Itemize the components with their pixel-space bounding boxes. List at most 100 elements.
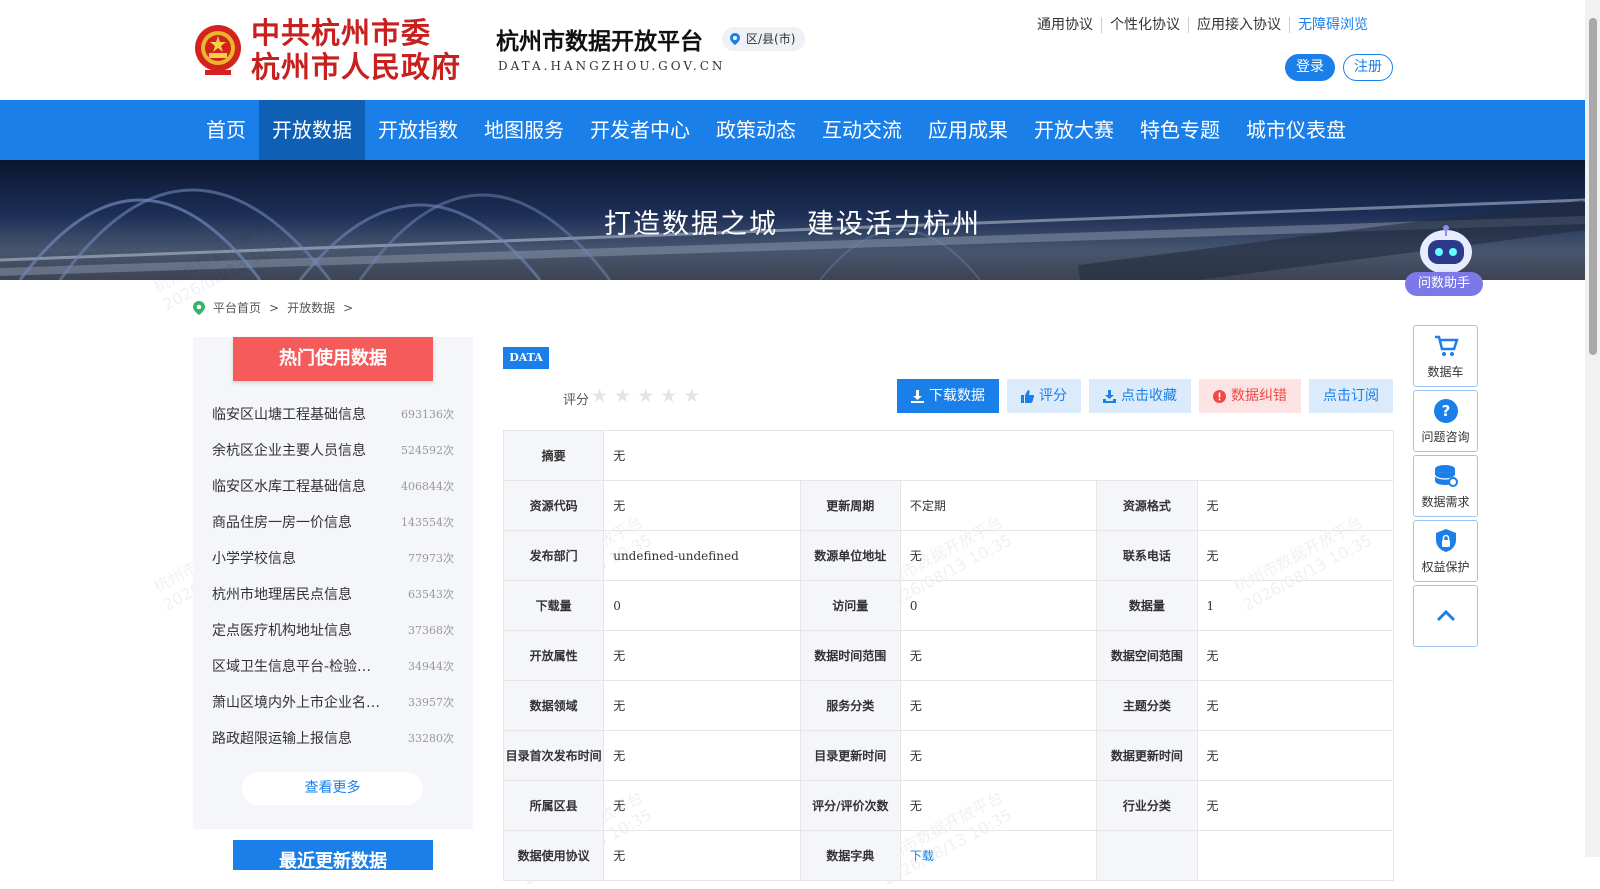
field-label: 数据更新时间 (1096, 730, 1198, 781)
data-request-button[interactable]: 数据需求 (1413, 455, 1478, 517)
nav-open-data[interactable]: 开放数据 (259, 100, 365, 160)
download-button[interactable]: 下载数据 (897, 379, 999, 413)
list-item[interactable]: 商品住房一房一价信息 143554次 (212, 504, 454, 540)
nav-policy[interactable]: 政策动态 (703, 100, 809, 160)
main-nav: 首页 开放数据 开放指数 地图服务 开发者中心 政策动态 互动交流 应用成果 开… (0, 100, 1585, 160)
field-value: 0 (899, 580, 1098, 631)
table-row: 资源代码无 更新周期 不定期 资源格式无 (502, 480, 1395, 531)
table-row: 发布部门 undefined-undefined 数源单位地址无 联系电话无 (502, 530, 1395, 581)
link-general-agreement[interactable]: 通用协议 (1029, 17, 1101, 33)
field-label: 目录首次发布时间 (502, 730, 605, 781)
action-bar: 下载数据 评分 点击收藏 数据纠错 点击订阅 (897, 379, 1393, 413)
nav-applications[interactable]: 应用成果 (915, 100, 1021, 160)
rate-button[interactable]: 评分 (1007, 379, 1081, 413)
scrollbar-thumb[interactable] (1589, 18, 1597, 355)
nav-home[interactable]: 首页 (193, 100, 259, 160)
svg-text:?: ? (1441, 402, 1450, 420)
hot-data-list: 临安区山塘工程基础信息 693136次 余杭区企业主要人员信息 524592次 临安… (212, 396, 454, 756)
list-item[interactable]: 临安区水库工程基础信息 406844次 (212, 468, 454, 504)
field-label: 摘要 (502, 430, 605, 481)
table-row: 数据使用协议无 数据字典 下载 (502, 830, 1395, 881)
crumb-sep: > (343, 300, 354, 315)
field-value: 无 (603, 480, 801, 531)
data-cart-button[interactable]: 数据车 (1413, 325, 1478, 387)
cart-icon (1434, 335, 1459, 356)
favorite-icon (1103, 389, 1116, 403)
thumbs-up-icon (1021, 389, 1034, 403)
field-value: 无 (603, 780, 801, 831)
favorite-button[interactable]: 点击收藏 (1089, 379, 1191, 413)
nav-open-index[interactable]: 开放指数 (365, 100, 471, 160)
link-app-agreement[interactable]: 应用接入协议 (1188, 17, 1289, 33)
subscribe-button[interactable]: 点击订阅 (1309, 379, 1393, 413)
metadata-table: 摘要 无 资源代码无 更新周期 不定期 资源格式无 发布部门 undefined-u… (502, 430, 1395, 881)
nav-interaction[interactable]: 互动交流 (809, 100, 915, 160)
view-more-button[interactable]: 查看更多 (242, 772, 423, 805)
field-label: 更新周期 (799, 480, 901, 531)
nav-dashboard[interactable]: 城市仪表盘 (1233, 100, 1359, 160)
recent-data-title: 最近更新数据 (233, 840, 433, 870)
star-icon[interactable]: ★ (683, 386, 700, 406)
list-item[interactable]: 路政超限运输上报信息 33280次 (212, 720, 454, 756)
star-icon[interactable]: ★ (637, 386, 654, 406)
field-label: 评分/评价次数 (799, 780, 901, 831)
field-label: 数据使用协议 (502, 830, 605, 881)
field-label: 所属区县 (502, 780, 605, 831)
field-value: 无 (1196, 530, 1395, 581)
table-row: 开放属性无 数据时间范围无 数据空间范围无 (502, 630, 1395, 681)
field-value (1196, 830, 1395, 881)
field-label: 联系电话 (1096, 530, 1198, 581)
login-button[interactable]: 登录 (1285, 54, 1335, 81)
list-item[interactable]: 萧山区境内外上市企业名… 33957次 (212, 684, 454, 720)
region-selector[interactable]: 区/县(市) (722, 27, 806, 51)
star-icon[interactable]: ★ (660, 386, 677, 406)
field-label: 数据空间范围 (1096, 630, 1198, 681)
list-item[interactable]: 余杭区企业主要人员信息 524592次 (212, 432, 454, 468)
register-button[interactable]: 注册 (1343, 54, 1393, 81)
field-label: 行业分类 (1096, 780, 1198, 831)
table-row: 下载量 0 访问量 0 数据量 1 (502, 580, 1395, 631)
nav-topics[interactable]: 特色专题 (1127, 100, 1233, 160)
list-item[interactable]: 临安区山塘工程基础信息 693136次 (212, 396, 454, 432)
field-value: 无 (899, 680, 1098, 731)
field-label: 访问量 (799, 580, 901, 631)
link-personal-agreement[interactable]: 个性化协议 (1101, 17, 1188, 33)
site-title: 杭州市数据开放平台 (496, 29, 703, 55)
nav-contest[interactable]: 开放大赛 (1021, 100, 1127, 160)
field-value: 无 (603, 430, 1394, 481)
top-links: 通用协议 个性化协议 应用接入协议 无障碍浏览 (1029, 17, 1376, 33)
field-value: 0 (603, 580, 801, 631)
nav-map-service[interactable]: 地图服务 (471, 100, 577, 160)
rights-protection-button[interactable]: 权益保护 (1413, 520, 1478, 582)
gov-name: 中共杭州市委 杭州市人民政府 (251, 16, 462, 84)
field-value: 无 (603, 830, 801, 881)
field-value: undefined-undefined (603, 530, 801, 581)
field-value: 无 (603, 680, 801, 731)
field-value: 无 (899, 530, 1098, 581)
field-label: 数据量 (1096, 580, 1198, 631)
field-value: 无 (899, 730, 1098, 781)
database-icon (1433, 464, 1458, 487)
list-item[interactable]: 定点医疗机构地址信息 37368次 (212, 612, 454, 648)
table-row: 目录首次发布时间无 目录更新时间无 数据更新时间无 (502, 730, 1395, 781)
consult-button[interactable]: ? 问题咨询 (1413, 390, 1478, 452)
dictionary-download-link[interactable]: 下载 (899, 830, 1098, 881)
link-accessibility[interactable]: 无障碍浏览 (1289, 17, 1376, 33)
back-to-top-button[interactable] (1413, 585, 1478, 647)
table-row: 所属区县无 评分/评价次数无 行业分类无 (502, 780, 1395, 831)
question-icon: ? (1433, 398, 1458, 423)
star-icon[interactable]: ★ (591, 386, 608, 406)
list-item[interactable]: 小学学校信息 77973次 (212, 540, 454, 576)
report-error-button[interactable]: 数据纠错 (1199, 379, 1301, 413)
assistant-label[interactable]: 问数助手 (1405, 272, 1483, 296)
list-item[interactable]: 区域卫生信息平台-检验… 34944次 (212, 648, 454, 684)
list-item[interactable]: 杭州市地理居民点信息 63543次 (212, 576, 454, 612)
crumb-home[interactable]: 平台首页 (213, 299, 261, 316)
field-value: 无 (899, 630, 1098, 681)
star-icon[interactable]: ★ (614, 386, 631, 406)
site-domain: DATA.HANGZHOU.GOV.CN (498, 59, 726, 73)
crumb-open-data[interactable]: 开放数据 (287, 299, 335, 316)
nav-developer[interactable]: 开发者中心 (577, 100, 703, 160)
rating-stars[interactable]: ★ ★ ★ ★ ★ (591, 386, 700, 406)
field-label: 数据字典 (799, 830, 901, 881)
